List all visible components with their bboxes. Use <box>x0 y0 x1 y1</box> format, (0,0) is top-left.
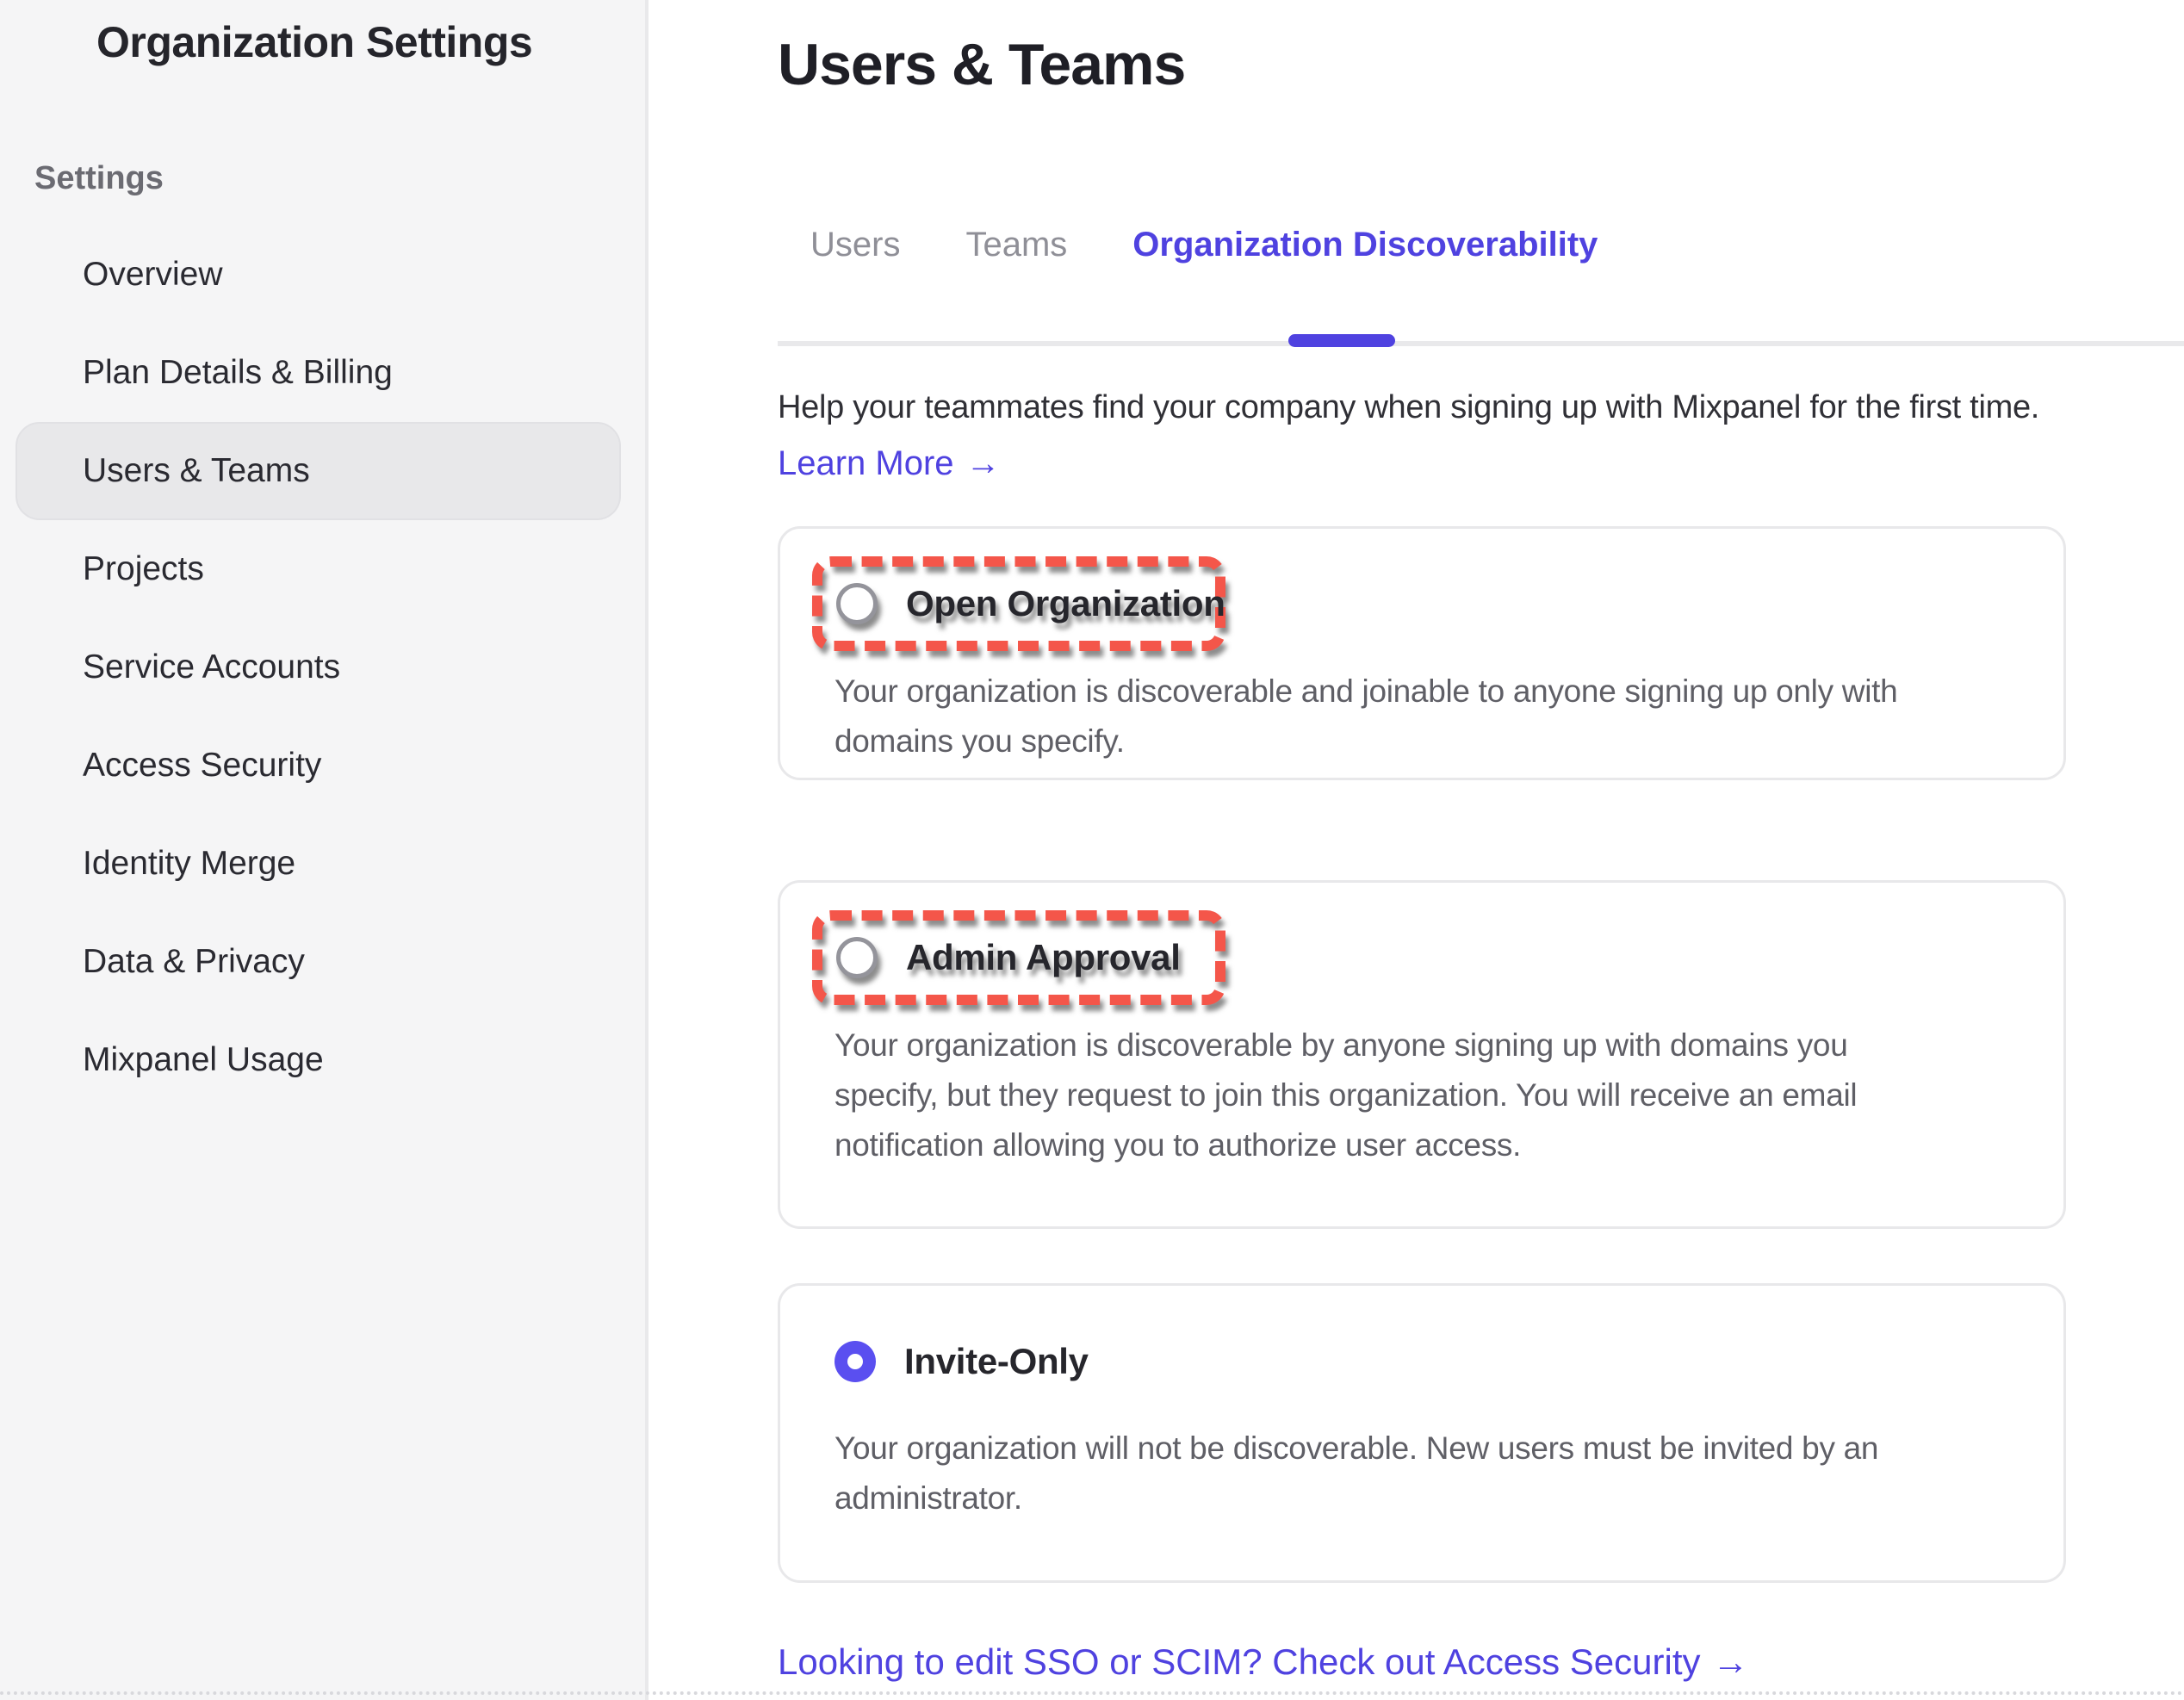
tab-divider <box>778 341 2184 346</box>
sidebar-nav: Overview Plan Details & Billing Users & … <box>0 226 645 1109</box>
active-tab-indicator <box>1288 334 1395 347</box>
sidebar-title: Organization Settings <box>96 17 532 67</box>
sidebar-item-projects[interactable]: Projects <box>0 520 645 618</box>
access-security-link-label: Looking to edit SSO or SCIM? Check out A… <box>778 1641 1701 1683</box>
annotation-box-admin-approval: Admin Approval <box>812 910 1225 1005</box>
sidebar-item-users-teams[interactable]: Users & Teams <box>16 422 621 520</box>
sidebar-item-identity-merge[interactable]: Identity Merge <box>0 815 645 913</box>
tab-bar: Users Teams Organization Discoverability <box>810 226 1598 264</box>
sidebar-item-mixpanel-usage[interactable]: Mixpanel Usage <box>0 1011 645 1109</box>
sidebar-section-label: Settings <box>34 160 164 197</box>
bottom-dotted-divider <box>0 1691 2184 1695</box>
option-card-admin-approval: Admin Approval Your organization is disc… <box>778 880 2066 1229</box>
main-content: Users & Teams Users Teams Organization D… <box>648 0 2184 1700</box>
option-description-invite-only: Your organization will not be discoverab… <box>835 1424 1878 1523</box>
tab-organization-discoverability[interactable]: Organization Discoverability <box>1132 226 1598 264</box>
option-label-invite-only[interactable]: Invite-Only <box>904 1341 1089 1382</box>
arrow-right-icon: → <box>966 444 1001 483</box>
option-card-invite-only: Invite-Only Your organization will not b… <box>778 1283 2066 1583</box>
option-card-open-organization: Open Organization Your organization is d… <box>778 526 2066 780</box>
sidebar-item-plan-details-billing[interactable]: Plan Details & Billing <box>0 324 645 422</box>
option-label-admin-approval[interactable]: Admin Approval <box>906 937 1181 978</box>
learn-more-link[interactable]: Learn More → <box>778 444 1001 483</box>
sidebar-item-overview[interactable]: Overview <box>0 226 645 324</box>
sidebar-item-data-privacy[interactable]: Data & Privacy <box>0 913 645 1011</box>
arrow-right-icon: → <box>1713 1641 1749 1683</box>
access-security-link[interactable]: Looking to edit SSO or SCIM? Check out A… <box>778 1641 1749 1683</box>
page-title: Users & Teams <box>778 31 1185 98</box>
sidebar-item-service-accounts[interactable]: Service Accounts <box>0 618 645 717</box>
tab-teams[interactable]: Teams <box>965 226 1067 264</box>
tab-users[interactable]: Users <box>810 226 900 264</box>
option-row-invite-only: Invite-Only <box>835 1341 1089 1382</box>
sidebar: Organization Settings Settings Overview … <box>0 0 648 1700</box>
intro-text: Help your teammates find your company wh… <box>778 389 2039 426</box>
radio-admin-approval[interactable] <box>836 937 878 978</box>
radio-open-organization[interactable] <box>836 583 878 624</box>
radio-invite-only[interactable] <box>835 1341 876 1382</box>
sidebar-item-access-security[interactable]: Access Security <box>0 717 645 815</box>
option-description-open-organization: Your organization is discoverable and jo… <box>835 667 1897 766</box>
learn-more-label: Learn More <box>778 444 954 483</box>
annotation-box-open-organization: Open Organization <box>812 556 1225 651</box>
option-description-admin-approval: Your organization is discoverable by any… <box>835 1021 1857 1170</box>
option-label-open-organization[interactable]: Open Organization <box>906 583 1225 624</box>
